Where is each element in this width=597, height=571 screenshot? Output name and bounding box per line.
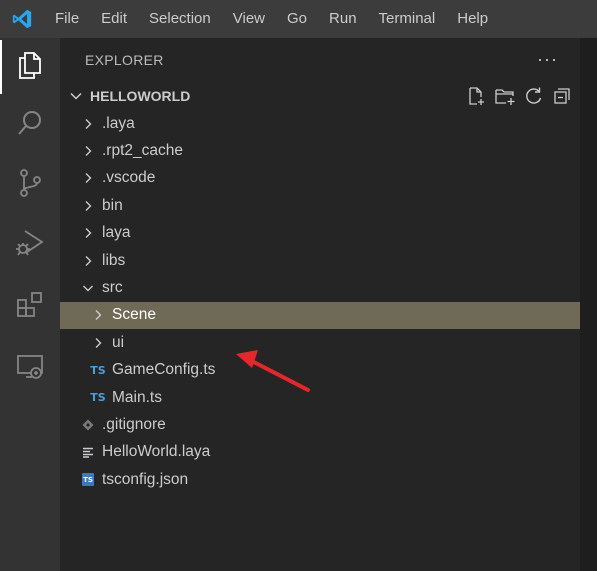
chevron-down-icon <box>60 89 88 103</box>
typescript-file-icon: TS <box>90 363 106 377</box>
chevron-right-icon <box>90 309 106 321</box>
text-file-icon <box>80 446 96 458</box>
typescript-file-icon: TS <box>90 391 106 404</box>
activity-remote-explorer[interactable] <box>0 342 60 396</box>
tree-item-laya[interactable]: laya <box>60 220 597 247</box>
tree-item-label: src <box>102 278 123 296</box>
source-control-icon <box>16 168 44 203</box>
extensions-icon <box>15 290 45 325</box>
tree-item-ui[interactable]: ui <box>60 329 597 356</box>
tree-item-label: .vscode <box>102 169 156 187</box>
workspace-title: HELLOWORLD <box>90 88 191 104</box>
tree-item-label: ui <box>112 333 125 351</box>
git-file-icon <box>80 419 96 431</box>
collapse-all-icon[interactable] <box>552 86 572 106</box>
activity-explorer[interactable] <box>0 40 60 94</box>
explorer-sidebar: EXPLORER ··· HELLOWORLD .laya .rpt2_cach… <box>60 38 597 571</box>
tree-item-label: .gitignore <box>102 415 166 433</box>
activity-source-control[interactable] <box>0 158 60 212</box>
tree-item-bin[interactable]: bin <box>60 192 597 219</box>
menu-file[interactable]: File <box>44 0 90 38</box>
tree-item-label: .laya <box>102 114 135 132</box>
editor-area <box>580 38 597 571</box>
chevron-right-icon <box>80 255 96 267</box>
tree-item-scene[interactable]: Scene <box>60 301 597 329</box>
tree-item-label: tsconfig.json <box>102 470 189 488</box>
chevron-right-icon <box>90 337 106 349</box>
activity-extensions[interactable] <box>0 280 60 334</box>
menu-selection[interactable]: Selection <box>138 0 222 38</box>
tree-item-helloworld-laya[interactable]: HelloWorld.laya <box>60 439 597 466</box>
menu-go[interactable]: Go <box>276 0 318 38</box>
section-actions <box>466 84 572 108</box>
more-actions-icon[interactable]: ··· <box>537 49 558 70</box>
files-icon <box>16 50 44 85</box>
chevron-right-icon <box>80 145 96 157</box>
menu-view[interactable]: View <box>222 0 276 38</box>
chevron-right-icon <box>80 118 96 130</box>
tree-item-rpt2-cache[interactable]: .rpt2_cache <box>60 137 597 164</box>
tree-item-label: HelloWorld.laya <box>102 443 211 461</box>
chevron-down-icon <box>80 282 96 294</box>
activity-run-debug[interactable] <box>0 218 60 272</box>
remote-explorer-icon <box>15 352 45 387</box>
tree-item-gameconfig-ts[interactable]: TS GameConfig.ts <box>60 357 597 384</box>
workspace-section-header[interactable]: HELLOWORLD <box>60 84 580 108</box>
menu-help[interactable]: Help <box>446 0 499 38</box>
vscode-logo-icon[interactable] <box>0 0 44 38</box>
tree-item-laya[interactable]: .laya <box>60 110 597 137</box>
chevron-right-icon <box>80 172 96 184</box>
activity-search[interactable] <box>0 98 60 152</box>
tree-item-tsconfig-json[interactable]: TS tsconfig.json <box>60 466 597 493</box>
menu-bar: File Edit Selection View Go Run Terminal… <box>0 0 597 38</box>
activity-bar <box>0 38 60 571</box>
tree-item-libs[interactable]: libs <box>60 247 597 274</box>
explorer-header: EXPLORER ··· <box>60 38 580 81</box>
run-debug-icon <box>15 228 45 263</box>
menu-run[interactable]: Run <box>318 0 368 38</box>
chevron-right-icon <box>80 227 96 239</box>
refresh-icon[interactable] <box>524 86 544 106</box>
tree-item-label: libs <box>102 251 126 269</box>
search-icon <box>16 109 44 142</box>
explorer-title: EXPLORER <box>85 51 164 68</box>
new-file-icon[interactable] <box>466 86 486 106</box>
tree-item-label: Main.ts <box>112 388 162 406</box>
tree-item-label: GameConfig.ts <box>112 361 216 379</box>
tree-item-label: .rpt2_cache <box>102 141 183 159</box>
chevron-right-icon <box>80 200 96 212</box>
menu-edit[interactable]: Edit <box>90 0 138 38</box>
tree-item-label: bin <box>102 196 123 214</box>
json-file-icon: TS <box>80 473 96 487</box>
tree-item-gitignore[interactable]: .gitignore <box>60 411 597 438</box>
tree-item-main-ts[interactable]: TS Main.ts <box>60 384 597 411</box>
tree-item-vscode[interactable]: .vscode <box>60 165 597 192</box>
new-folder-icon[interactable] <box>494 86 516 106</box>
tree-item-src[interactable]: src <box>60 274 597 301</box>
tree-item-label: laya <box>102 224 131 242</box>
tree-item-label: Scene <box>112 306 156 324</box>
menu-terminal[interactable]: Terminal <box>368 0 447 38</box>
